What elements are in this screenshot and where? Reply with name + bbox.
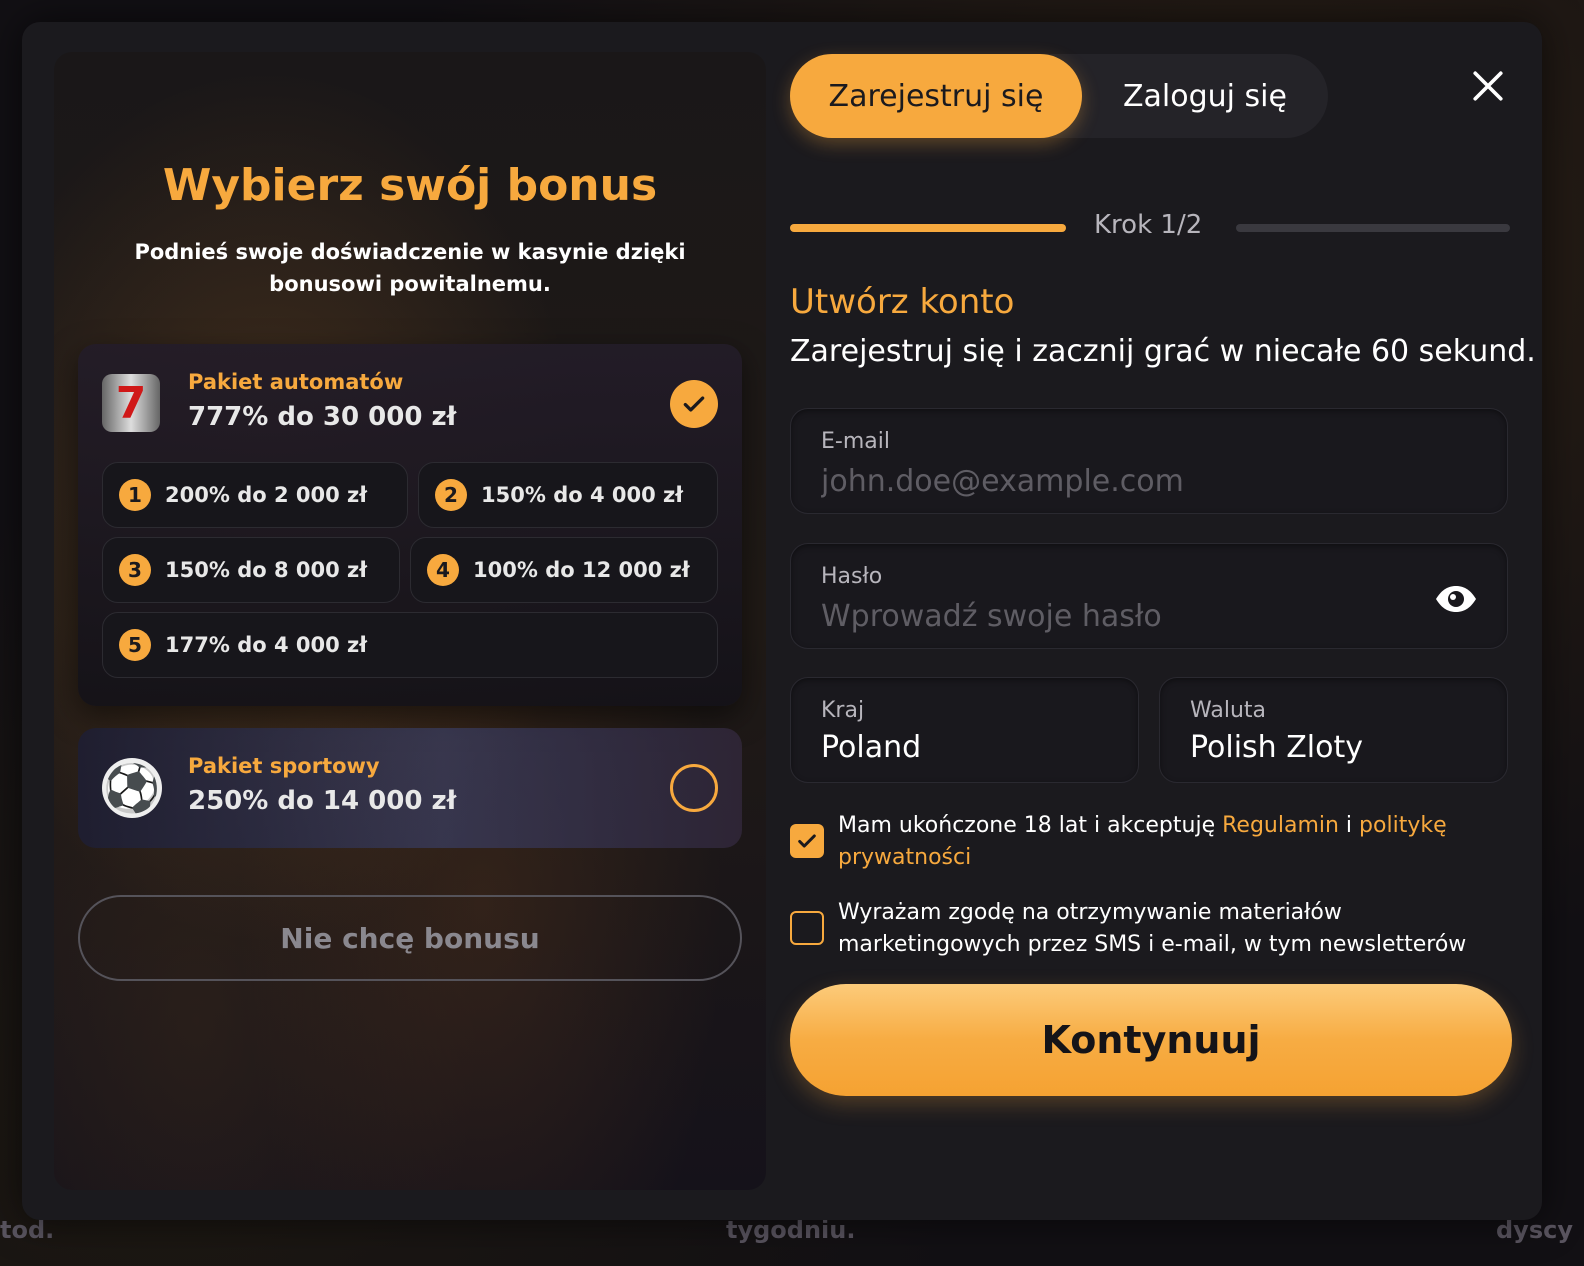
currency-value: Polish Zloty [1190,730,1363,765]
package-name: Pakiet automatów [188,370,404,394]
tier-text: 200% do 2 000 zł [165,483,368,507]
background-text: tygodniu. [726,1216,856,1244]
soccer-ball-icon: ⚽ [102,758,162,818]
form-subtitle: Zarejestruj się i zacznij grać w niecałe… [790,334,1536,369]
tier-text: 150% do 8 000 zł [165,558,368,582]
marketing-consent-text: Wyrażam zgodę na otrzymywanie materiałów… [838,900,1467,957]
terms-checkbox[interactable] [790,824,824,858]
tier-text: 177% do 4 000 zł [165,633,368,657]
marketing-checkbox[interactable] [790,911,824,945]
bonus-tier: 3 150% do 8 000 zł [102,537,400,603]
email-field: E-mail [790,408,1508,514]
terms-and-text: i [1338,813,1360,838]
password-label: Hasło [821,564,883,589]
step-progress-inactive [1236,224,1510,232]
email-label: E-mail [821,429,890,454]
sport-package-card[interactable]: ⚽ Pakiet sportowy 250% do 14 000 zł [78,728,742,848]
bonus-title: Wybierz swój bonus [162,160,658,211]
eye-icon [1436,586,1476,612]
registration-modal: Wybierz swój bonus Podnieś swoje doświad… [22,22,1542,1220]
form-title: Utwórz konto [790,282,1015,322]
email-input[interactable] [821,461,1437,501]
tier-number: 4 [427,554,459,586]
continue-button[interactable]: Kontynuuj [790,984,1512,1096]
country-label: Kraj [821,698,865,723]
slot-machine-icon: 7 [102,374,160,432]
tier-text: 150% do 4 000 zł [481,483,684,507]
bonus-tier: 5 177% do 4 000 zł [102,612,718,678]
password-field: Hasło [790,543,1508,649]
close-button[interactable] [1468,66,1508,106]
no-bonus-button[interactable]: Nie chcę bonusu [78,895,742,981]
slots-package-card[interactable]: 7 Pakiet automatów 777% do 30 000 zł 1 2… [78,344,742,706]
package-amount: 777% do 30 000 zł [188,402,457,432]
country-select[interactable]: Kraj Poland [790,677,1139,783]
package-select-radio[interactable] [670,764,718,812]
terms-consent-text: Mam ukończone 18 lat i akceptuję Regulam… [838,810,1518,874]
background-text: tod. [0,1216,55,1244]
package-name: Pakiet sportowy [188,754,380,778]
terms-text: Mam ukończone 18 lat i akceptuję [838,813,1223,838]
bonus-tier: 2 150% do 4 000 zł [418,462,718,528]
bonus-panel: Wybierz swój bonus Podnieś swoje doświad… [54,52,766,1190]
currency-select[interactable]: Waluta Polish Zloty [1159,677,1508,783]
close-icon [1473,71,1503,101]
auth-tabs: Zarejestruj się Zaloguj się [790,54,1328,138]
tab-login[interactable]: Zaloguj się [1082,54,1328,138]
step-progress-active [790,224,1066,232]
check-icon [683,396,705,412]
step-label: Krok 1/2 [1094,210,1203,240]
currency-label: Waluta [1190,698,1266,723]
terms-link[interactable]: Regulamin [1222,813,1339,838]
tier-number: 2 [435,479,467,511]
tier-number: 3 [119,554,151,586]
bonus-subtitle: Podnieś swoje doświadczenie w kasynie dz… [134,240,686,296]
bonus-tier: 4 100% do 12 000 zł [410,537,718,603]
country-value: Poland [821,730,922,765]
password-input[interactable] [821,596,1437,636]
tab-register[interactable]: Zarejestruj się [790,54,1082,138]
background-text: dyscy [1496,1216,1573,1244]
tier-text: 100% do 12 000 zł [473,558,690,582]
toggle-password-visibility[interactable] [1433,576,1479,622]
tier-number: 1 [119,479,151,511]
package-amount: 250% do 14 000 zł [188,786,457,816]
bonus-tier: 1 200% do 2 000 zł [102,462,408,528]
package-selected-check[interactable] [670,380,718,428]
check-icon [798,834,816,848]
tier-number: 5 [119,629,151,661]
